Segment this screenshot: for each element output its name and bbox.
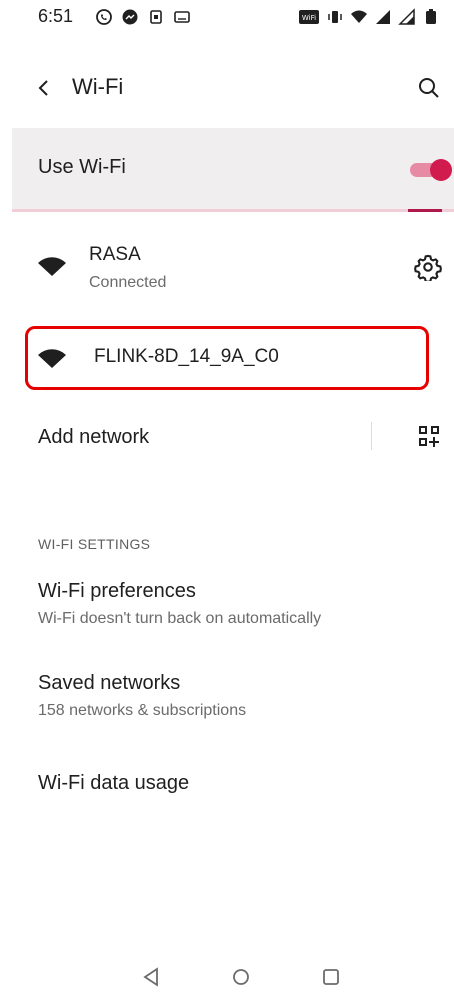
keyboard-icon xyxy=(174,11,190,23)
signal-icon xyxy=(398,8,415,25)
use-wifi-toggle[interactable] xyxy=(408,157,454,183)
highlight-box xyxy=(25,326,429,390)
network-name: RASA xyxy=(89,244,141,265)
notification-icon xyxy=(150,10,162,24)
back-arrow-icon[interactable] xyxy=(30,74,58,102)
toggle-thumb xyxy=(430,159,452,181)
saved-networks-item[interactable]: Saved networks 158 networks & subscripti… xyxy=(0,672,454,730)
status-system-icons: WiFi xyxy=(298,8,440,26)
section-header: WI-FI SETTINGS xyxy=(38,536,151,552)
status-time: 6:51 xyxy=(38,6,74,26)
battery-icon xyxy=(426,9,436,24)
item-subtitle: Wi-Fi doesn't turn back on automatically xyxy=(38,610,322,627)
nav-back-icon[interactable] xyxy=(139,965,163,989)
messenger-icon xyxy=(122,9,138,25)
signal-icon xyxy=(376,10,390,24)
wifi-icon xyxy=(351,10,367,23)
use-wifi-row[interactable]: Use Wi-Fi xyxy=(12,128,454,210)
gear-icon[interactable] xyxy=(414,253,442,281)
vibrate-icon xyxy=(328,11,342,23)
item-title: Wi-Fi data usage xyxy=(38,772,190,794)
volte-wifi-icon: WiFi xyxy=(299,10,319,24)
network-status: Connected xyxy=(89,274,167,291)
add-network-row[interactable]: Add network xyxy=(0,412,454,464)
wifi-preferences-item[interactable]: Wi-Fi preferences Wi-Fi doesn't turn bac… xyxy=(0,580,454,638)
item-title: Wi-Fi preferences xyxy=(38,580,196,602)
status-notification-icons xyxy=(95,8,191,26)
nav-home-icon[interactable] xyxy=(229,965,253,989)
search-icon[interactable] xyxy=(415,74,443,102)
status-bar: 6:51 WiFi xyxy=(0,0,454,36)
divider xyxy=(371,422,372,450)
nav-recents-icon[interactable] xyxy=(319,965,343,989)
svg-text:WiFi: WiFi xyxy=(302,14,316,22)
wifi-data-usage-item[interactable]: Wi-Fi data usage xyxy=(0,772,454,802)
item-title: Saved networks xyxy=(38,672,181,694)
wifi-signal-icon xyxy=(38,257,66,276)
scan-progress-indicator xyxy=(408,209,442,212)
whatsapp-icon xyxy=(96,9,112,25)
add-network-label: Add network xyxy=(38,426,150,448)
app-bar: Wi-Fi xyxy=(0,60,454,116)
use-wifi-label: Use Wi-Fi xyxy=(38,156,126,178)
network-item-rasa[interactable]: RASA Connected xyxy=(0,236,454,306)
page-title: Wi-Fi xyxy=(72,74,124,99)
item-subtitle: 158 networks & subscriptions xyxy=(38,702,247,719)
navigation-bar xyxy=(0,955,454,995)
qr-code-scan-icon[interactable] xyxy=(417,424,441,448)
scan-progress-track xyxy=(12,209,454,212)
